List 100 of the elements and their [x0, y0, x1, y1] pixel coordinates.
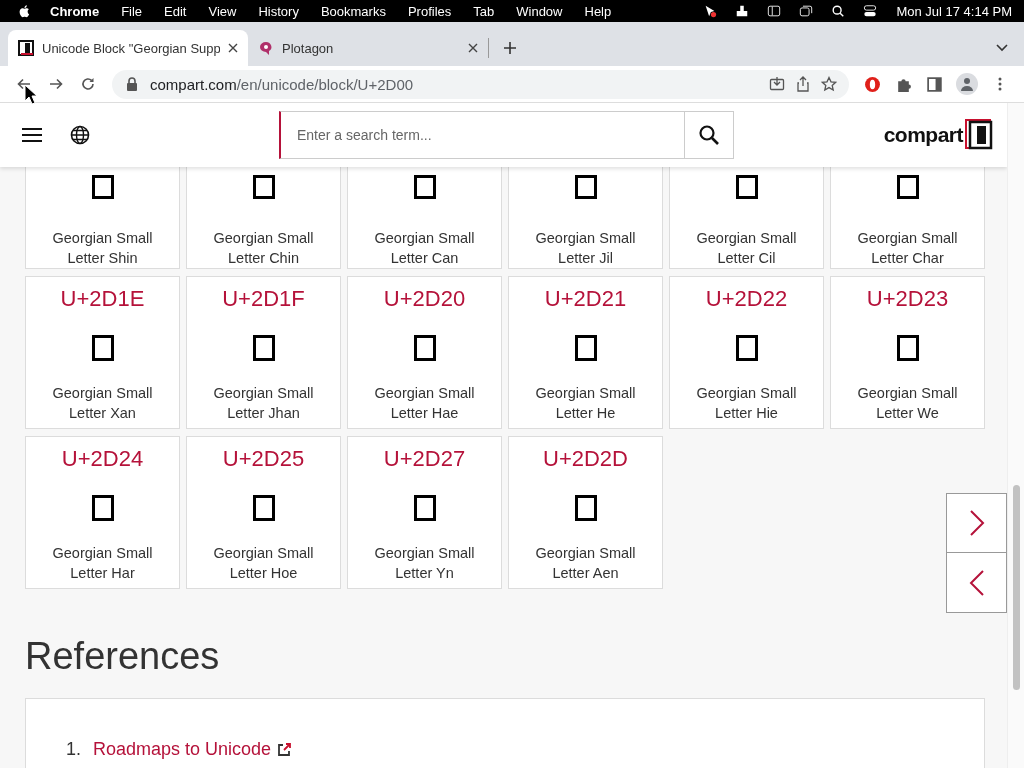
chevron-down-icon[interactable]	[996, 44, 1008, 52]
character-name: Georgian Small Letter Aen	[534, 544, 637, 583]
code-point: U+2D20	[383, 285, 466, 313]
logo-mark-icon[interactable]	[965, 119, 993, 151]
character-name: Georgian Small Letter Hie	[695, 384, 798, 423]
missing-glyph-icon	[896, 175, 919, 199]
browser-tab[interactable]: Plotagon	[248, 30, 488, 66]
missing-glyph-icon	[91, 335, 114, 361]
character-card[interactable]: U+2D24 Georgian Small Letter Har	[25, 436, 180, 589]
character-card[interactable]: Georgian Small Letter Jil	[508, 167, 663, 269]
character-card[interactable]: U+2D1F Georgian Small Letter Jhan	[186, 276, 341, 429]
close-icon[interactable]	[468, 43, 478, 53]
missing-glyph-icon	[574, 175, 597, 199]
install-icon[interactable]	[769, 76, 785, 92]
sidebar-icon[interactable]	[766, 4, 783, 18]
search-icon	[698, 124, 720, 146]
character-name: Georgian Small Letter Har	[51, 544, 154, 583]
menu-item[interactable]: Tab	[473, 3, 495, 19]
character-name: Georgian Small Letter We	[856, 384, 959, 423]
character-card[interactable]: U+2D25 Georgian Small Letter Hoe	[186, 436, 341, 589]
menu-item[interactable]: Window	[516, 3, 563, 19]
globe-icon[interactable]	[70, 125, 90, 145]
character-card[interactable]: U+2D1E Georgian Small Letter Xan	[25, 276, 180, 429]
code-point: U+2D25	[222, 445, 305, 473]
address-bar[interactable]: compart.com/en/unicode/block/U+2D00	[112, 69, 849, 99]
back-icon[interactable]	[16, 76, 32, 92]
apple-logo-icon[interactable]	[18, 3, 32, 19]
missing-glyph-icon	[413, 495, 436, 521]
character-card[interactable]: U+2D20 Georgian Small Letter Hae	[347, 276, 502, 429]
character-card[interactable]: Georgian Small Letter Shin	[25, 167, 180, 269]
code-point: U+2D1F	[222, 285, 305, 313]
character-name: Georgian Small Letter Hoe	[212, 544, 315, 583]
character-card[interactable]: U+2D21 Georgian Small Letter He	[508, 276, 663, 429]
menu-bar-clock[interactable]: Mon Jul 17 4:14 PM	[896, 3, 1012, 19]
character-card[interactable]: U+2D2D Georgian Small Letter Aen	[508, 436, 663, 589]
code-point: U+2D24	[61, 445, 144, 473]
chevron-left-icon	[968, 568, 985, 597]
character-card[interactable]: U+2D23 Georgian Small Letter We	[830, 276, 985, 429]
person-icon	[959, 76, 975, 92]
share-icon[interactable]	[795, 76, 811, 92]
code-point: U+2D2D	[543, 445, 628, 473]
code-point: U+2D1E	[60, 285, 145, 313]
search-button[interactable]	[685, 111, 734, 159]
menu-item[interactable]: Help	[584, 3, 612, 19]
code-point: U+2D23	[866, 285, 949, 313]
speech-bubble-icon	[258, 40, 274, 56]
character-name: Georgian Small Letter Jil	[534, 229, 637, 268]
control-center-icon[interactable]	[862, 4, 879, 18]
search-field[interactable]: Enter a search term...	[279, 111, 685, 159]
favicon-icon	[18, 40, 34, 56]
character-name: Georgian Small Letter Shin	[51, 229, 154, 268]
close-icon[interactable]	[228, 43, 238, 53]
menu-item[interactable]: View	[208, 3, 237, 19]
reload-icon[interactable]	[80, 76, 96, 92]
missing-glyph-icon	[252, 335, 275, 361]
missing-glyph-icon	[896, 335, 919, 361]
next-button[interactable]	[946, 493, 1007, 553]
character-name: Georgian Small Letter Yn	[373, 544, 476, 583]
windows-icon[interactable]	[798, 4, 815, 18]
character-card[interactable]: U+2D27 Georgian Small Letter Yn	[347, 436, 502, 589]
previous-button[interactable]	[946, 553, 1007, 613]
profile-avatar[interactable]	[956, 73, 978, 95]
reference-link[interactable]: Roadmaps to Unicode	[93, 739, 272, 760]
browser-tab[interactable]: Unicode Block "Georgian Supp	[8, 30, 248, 66]
extension-badge-icon[interactable]	[864, 75, 881, 93]
missing-glyph-icon	[574, 495, 597, 521]
side-panel-icon[interactable]	[926, 75, 943, 93]
character-card[interactable]: Georgian Small Letter Cil	[669, 167, 824, 269]
missing-glyph-icon	[91, 495, 114, 521]
app-menu[interactable]: Chrome	[50, 3, 100, 19]
character-name: Georgian Small Letter Chin	[212, 229, 315, 268]
character-card[interactable]: Georgian Small Letter Can	[347, 167, 502, 269]
logo-wordmark[interactable]: compart	[883, 123, 963, 147]
menu-item[interactable]: History	[258, 3, 299, 19]
new-tab-icon[interactable]	[503, 41, 517, 55]
missing-glyph-icon	[413, 175, 436, 199]
lock-icon	[124, 76, 140, 92]
menu-item[interactable]: Bookmarks	[320, 3, 386, 19]
code-point: U+2D22	[705, 285, 788, 313]
code-point: U+2D27	[383, 445, 466, 473]
character-name: Georgian Small Letter He	[534, 384, 637, 423]
missing-glyph-icon	[252, 495, 275, 521]
forward-icon[interactable]	[48, 76, 64, 92]
missing-glyph-icon	[735, 335, 758, 361]
bookmark-star-icon[interactable]	[821, 76, 837, 92]
scrollbar-thumb[interactable]	[1012, 485, 1020, 690]
character-card[interactable]: Georgian Small Letter Chin	[186, 167, 341, 269]
menu-icon[interactable]	[22, 127, 42, 143]
url-text[interactable]: compart.com/en/unicode/block/U+2D00	[150, 75, 414, 93]
character-card[interactable]: Georgian Small Letter Char	[830, 167, 985, 269]
character-card[interactable]: U+2D22 Georgian Small Letter Hie	[669, 276, 824, 429]
character-name: Georgian Small Letter Jhan	[212, 384, 315, 423]
character-name: Georgian Small Letter Cil	[695, 229, 798, 268]
character-name: Georgian Small Letter Xan	[51, 384, 154, 423]
menu-item[interactable]: File	[121, 3, 143, 19]
character-name: Georgian Small Letter Can	[373, 229, 476, 268]
character-name: Georgian Small Letter Char	[856, 229, 959, 268]
menu-item[interactable]: Edit	[164, 3, 187, 19]
external-link-icon	[277, 742, 292, 757]
menu-item[interactable]: Profiles	[407, 3, 452, 19]
